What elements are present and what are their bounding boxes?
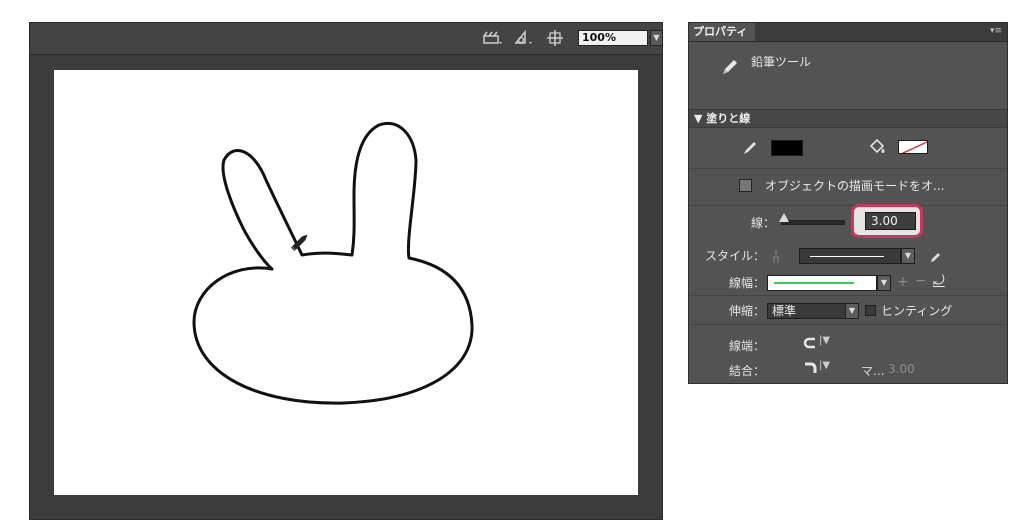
hinting-checkbox[interactable]	[865, 305, 876, 316]
add-width-icon[interactable]: +	[897, 274, 909, 290]
panel-menu-icon[interactable]: ▾≡	[989, 26, 1003, 36]
join-dropdown-arrow[interactable]: |▼	[819, 360, 830, 371]
style-brush-icon	[773, 250, 779, 263]
stroke-width-input[interactable]: 3.00	[865, 212, 916, 230]
scale-label: 伸縮：	[728, 304, 765, 318]
cap-dropdown-arrow[interactable]: |▼	[819, 335, 830, 346]
stroke-color-swatch[interactable]	[771, 140, 803, 156]
edit-scene-icon[interactable]	[480, 28, 504, 48]
edit-symbol-icon[interactable]	[511, 28, 535, 48]
round-join-icon[interactable]	[803, 362, 817, 374]
reset-width-icon[interactable]: ⤾	[933, 273, 945, 289]
style-dropdown-arrow[interactable]: ▼	[901, 248, 915, 264]
bunny-drawing	[192, 122, 474, 405]
section-fill-stroke[interactable]: ▼ 塗りと線	[689, 109, 1007, 128]
tool-info: 鉛筆ツール	[689, 41, 1007, 107]
fill-color-swatch[interactable]	[898, 140, 928, 154]
remove-width-icon[interactable]: −	[915, 273, 927, 289]
stroke-slider-track[interactable]	[781, 220, 845, 225]
zoom-dropdown-button[interactable]: ▼	[650, 30, 663, 46]
miter-value[interactable]: 3.00	[888, 362, 915, 376]
divider	[689, 168, 1007, 169]
style-dropdown[interactable]	[799, 248, 901, 264]
cap-label: 線端：	[728, 339, 765, 353]
stroke-label: 線：	[750, 216, 775, 230]
center-stage-icon[interactable]	[543, 28, 567, 48]
width-profile-dropdown[interactable]	[767, 275, 877, 291]
stroke-slider-handle[interactable]	[779, 213, 789, 222]
hinting-label: ヒンティング	[881, 304, 953, 318]
miter-label: マ...	[861, 364, 885, 378]
object-drawing-icon[interactable]	[739, 179, 752, 192]
zoom-input[interactable]: 100%	[578, 30, 648, 46]
scale-dropdown-arrow[interactable]: ▼	[845, 303, 859, 319]
tab-properties[interactable]: プロパティ	[689, 23, 755, 41]
pencil-tool-icon	[723, 60, 737, 74]
tool-name: 鉛筆ツール	[751, 55, 812, 69]
round-cap-icon[interactable]	[803, 337, 817, 349]
fill-bucket-icon	[869, 138, 885, 154]
stage-toolbar: 100% ▼	[30, 23, 663, 55]
style-label: スタイル：	[704, 249, 765, 263]
edit-style-pencil-icon[interactable]	[929, 250, 943, 264]
stroke-color-pencil-icon	[744, 142, 756, 154]
drawing-canvas[interactable]	[54, 70, 638, 495]
divider	[689, 324, 1007, 325]
properties-panel: プロパティ ▾≡ 鉛筆ツール ▼ 塗りと線 オブジェクトの描画モードをオ... …	[688, 22, 1008, 384]
scale-dropdown[interactable]: 標準	[767, 303, 855, 319]
object-drawing-label: オブジェクトの描画モードをオ...	[765, 179, 945, 193]
width-label: 線幅：	[728, 276, 765, 290]
stage-area: 100% ▼	[29, 22, 663, 520]
width-dropdown-arrow[interactable]: ▼	[877, 275, 891, 291]
divider	[689, 295, 1007, 296]
join-label: 結合：	[728, 364, 765, 378]
divider	[689, 205, 1007, 206]
panel-tabbar: プロパティ ▾≡	[689, 23, 1007, 42]
